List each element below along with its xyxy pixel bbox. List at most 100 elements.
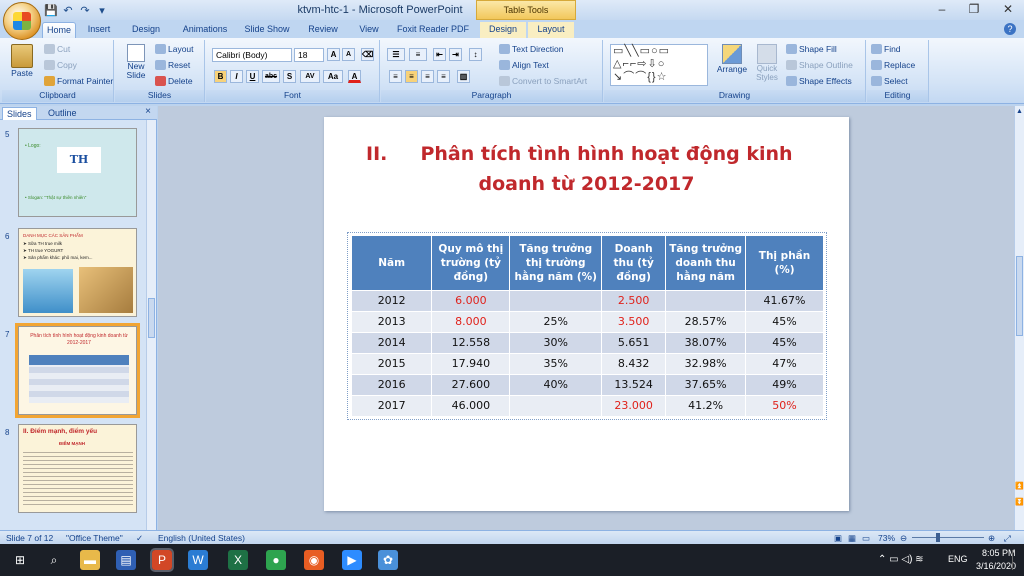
- strikethrough-button[interactable]: abc: [262, 70, 280, 83]
- italic-button[interactable]: I: [230, 70, 243, 83]
- zoom-out-icon[interactable]: ⊖: [900, 532, 907, 544]
- slide-title[interactable]: II. Phân tích tình hình hoạt động kinh d…: [324, 139, 849, 199]
- zoom-in-icon[interactable]: ⊕: [988, 532, 995, 544]
- table-cell[interactable]: 17.940: [431, 352, 511, 374]
- replace-button[interactable]: Replace: [871, 60, 915, 70]
- cut-button[interactable]: Cut: [44, 44, 70, 54]
- table-cell[interactable]: 37.65%: [665, 373, 747, 395]
- shape-fill-button[interactable]: Shape Fill: [786, 44, 837, 54]
- clock-date[interactable]: 3/16/2020: [976, 561, 1016, 571]
- table-cell[interactable]: 5.651: [601, 331, 667, 353]
- table-cell[interactable]: 32.98%: [665, 352, 747, 374]
- panel-scrollbar[interactable]: [146, 120, 156, 530]
- store-icon[interactable]: ▤: [116, 550, 136, 570]
- table-cell[interactable]: 28.57%: [665, 310, 747, 332]
- header-cell[interactable]: Năm: [352, 236, 433, 290]
- paste-button[interactable]: Paste: [6, 42, 38, 88]
- decrease-indent-icon[interactable]: ⇤: [433, 48, 446, 61]
- table-cell[interactable]: 30%: [509, 331, 603, 353]
- table-cell[interactable]: 47%: [745, 352, 824, 374]
- year-cell[interactable]: 2014: [352, 331, 433, 353]
- input-language[interactable]: ENG: [948, 554, 968, 564]
- font-size-select[interactable]: 18: [294, 48, 324, 62]
- shape-effects-button[interactable]: Shape Effects: [786, 76, 852, 86]
- columns-icon[interactable]: ▥: [457, 70, 470, 83]
- spellcheck-icon[interactable]: ✓: [136, 532, 143, 544]
- tab-home[interactable]: Home: [42, 22, 76, 38]
- reset-button[interactable]: Reset: [155, 60, 190, 70]
- shapes-gallery[interactable]: ▭╲╲▭○▭ △⌐⌐⇨⇩○ ↘⌒⌒{}☆: [610, 44, 708, 86]
- file-explorer-icon[interactable]: ▬: [80, 550, 100, 570]
- align-center-icon[interactable]: ≡: [405, 70, 418, 83]
- slide-thumbnail-6[interactable]: DANH MỤC CÁC SẢN PHẨM ➤ Sữa TH true milk…: [18, 228, 137, 317]
- zoom-app-icon[interactable]: ▶: [342, 550, 362, 570]
- header-cell[interactable]: Tăng trưởng doanh thu hằng năm: [665, 236, 747, 290]
- clear-format-icon[interactable]: ⌫: [361, 48, 374, 61]
- table-cell[interactable]: 13.524: [601, 373, 667, 395]
- table-cell[interactable]: 2.500: [601, 289, 667, 311]
- arrange-button[interactable]: Arrange: [714, 44, 750, 88]
- find-button[interactable]: Find: [871, 44, 901, 54]
- slide-thumbnail-8[interactable]: II. Điểm mạnh, điểm yếu ĐIỂM MẠNH: [18, 424, 137, 513]
- excel-icon[interactable]: X: [228, 550, 248, 570]
- align-right-icon[interactable]: ≡: [421, 70, 434, 83]
- shadow-button[interactable]: S: [283, 70, 296, 83]
- tab-slides[interactable]: Slides: [2, 107, 37, 120]
- tab-view[interactable]: View: [356, 22, 382, 38]
- convert-smartart-button[interactable]: Convert to SmartArt: [499, 76, 587, 86]
- minimize-button[interactable]: –: [928, 2, 956, 18]
- header-cell[interactable]: Thị phần (%): [745, 236, 824, 290]
- table-cell[interactable]: 12.558: [431, 331, 511, 353]
- table-cell[interactable]: [665, 289, 747, 311]
- table-cell[interactable]: [509, 394, 603, 416]
- tab-foxit-reader[interactable]: Foxit Reader PDF: [396, 22, 470, 38]
- sorter-view-icon[interactable]: ▦: [848, 532, 856, 544]
- browser-icon[interactable]: ◉: [304, 550, 324, 570]
- main-scrollbar[interactable]: ▲ ⏫ ⏬: [1014, 106, 1024, 530]
- table-cell[interactable]: 27.600: [431, 373, 511, 395]
- tab-table-layout[interactable]: Layout: [528, 22, 574, 38]
- line-spacing-icon[interactable]: ↕: [469, 48, 482, 61]
- zoom-level[interactable]: 73%: [878, 532, 895, 544]
- table-cell[interactable]: 23.000: [601, 394, 667, 416]
- office-button[interactable]: [3, 2, 41, 40]
- app-icon[interactable]: ●: [266, 550, 286, 570]
- table-cell[interactable]: [509, 289, 603, 311]
- fit-window-icon[interactable]: ⤢: [1004, 532, 1011, 544]
- normal-view-icon[interactable]: ▣: [834, 532, 842, 544]
- bold-button[interactable]: B: [214, 70, 227, 83]
- table-cell[interactable]: 8.432: [601, 352, 667, 374]
- justify-icon[interactable]: ≡: [437, 70, 450, 83]
- change-case-button[interactable]: Aa: [323, 70, 343, 83]
- table-cell[interactable]: 45%: [745, 331, 824, 353]
- increase-indent-icon[interactable]: ⇥: [449, 48, 462, 61]
- panel-scroll-thumb[interactable]: [148, 298, 155, 338]
- table-cell[interactable]: 3.500: [601, 310, 667, 332]
- char-spacing-button[interactable]: AV: [300, 70, 320, 83]
- shrink-font-button[interactable]: A: [342, 48, 355, 61]
- header-cell[interactable]: Tăng trưởng thị trường hằng năm (%): [509, 236, 603, 290]
- notification-icon[interactable]: [1012, 550, 1022, 570]
- table-cell[interactable]: 8.000: [431, 310, 511, 332]
- shape-outline-button[interactable]: Shape Outline: [786, 60, 853, 70]
- new-slide-button[interactable]: New Slide: [119, 42, 153, 88]
- tab-review[interactable]: Review: [305, 22, 341, 38]
- windows-start-icon[interactable]: ⊞: [10, 550, 30, 570]
- restore-button[interactable]: ❐: [960, 2, 988, 18]
- year-cell[interactable]: 2017: [352, 394, 433, 416]
- app-icon[interactable]: ✿: [378, 550, 398, 570]
- help-icon[interactable]: ?: [1004, 23, 1016, 35]
- table-cell[interactable]: 50%: [745, 394, 824, 416]
- table-cell[interactable]: 46.000: [431, 394, 511, 416]
- table-cell[interactable]: 35%: [509, 352, 603, 374]
- layout-button[interactable]: Layout: [155, 44, 194, 54]
- slide-thumbnail-7[interactable]: Phân tích tình hình hoạt động kinh doanh…: [15, 323, 140, 418]
- current-slide[interactable]: II. Phân tích tình hình hoạt động kinh d…: [324, 117, 849, 511]
- zoom-slider-thumb[interactable]: [936, 533, 940, 542]
- powerpoint-icon[interactable]: P: [150, 548, 174, 572]
- tab-insert[interactable]: Insert: [82, 22, 116, 38]
- table-cell[interactable]: 49%: [745, 373, 824, 395]
- tab-table-design[interactable]: Design: [480, 22, 526, 38]
- align-left-icon[interactable]: ≡: [389, 70, 402, 83]
- table-cell[interactable]: 40%: [509, 373, 603, 395]
